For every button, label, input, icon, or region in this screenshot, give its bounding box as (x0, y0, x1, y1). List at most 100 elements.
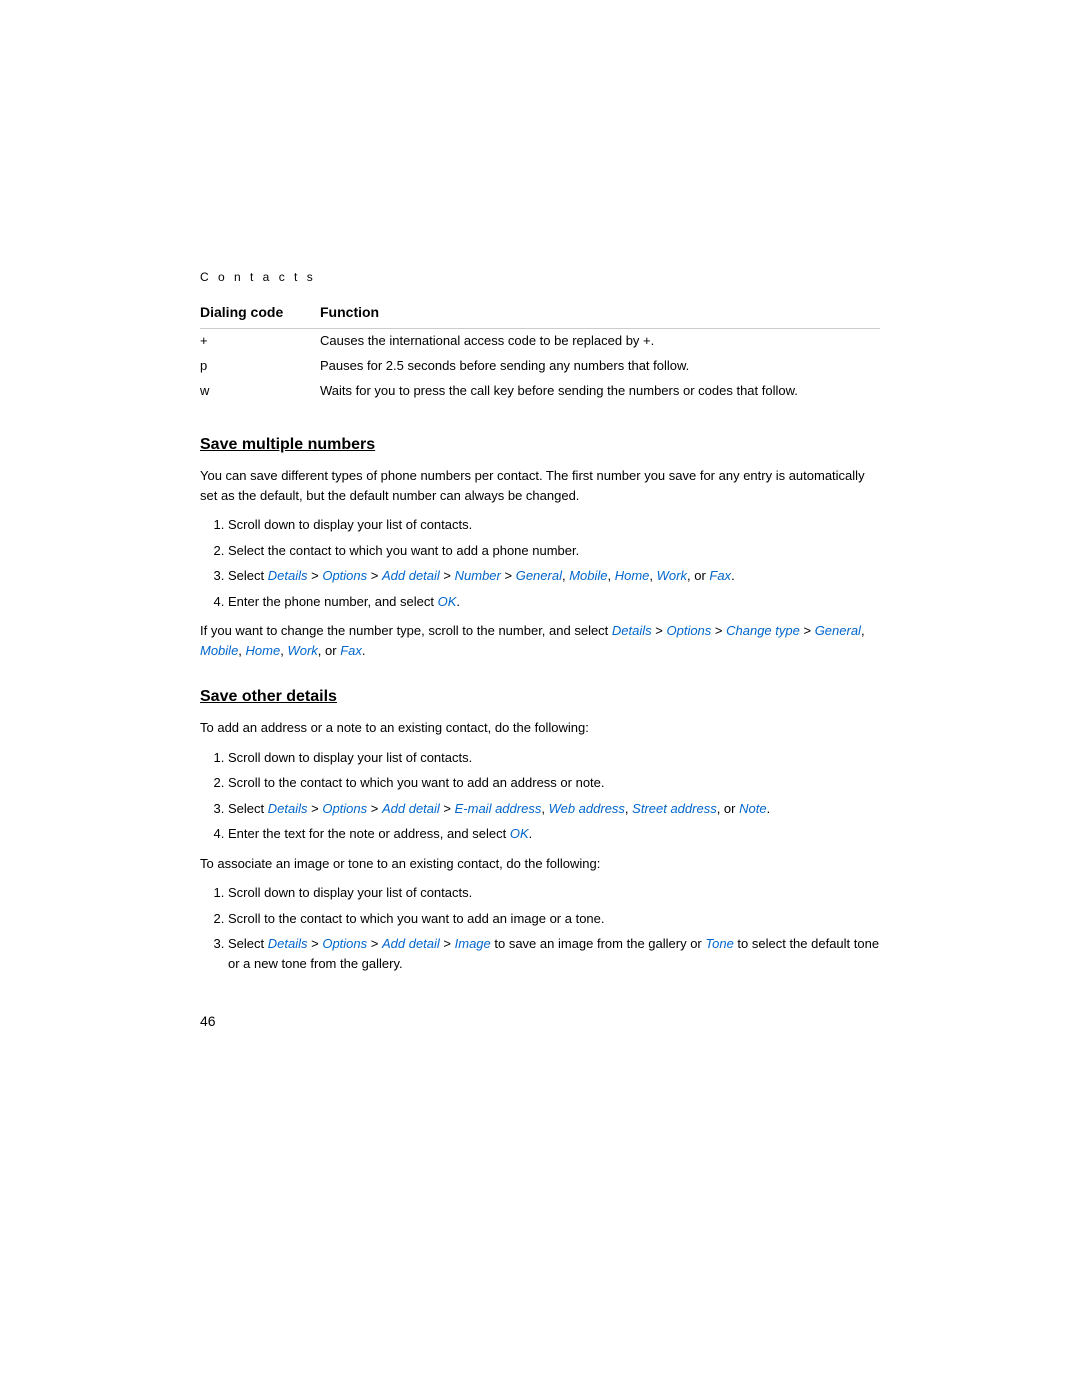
s2b-step3-gt3: > (440, 936, 455, 951)
s2-step3-options-link: Options (322, 801, 367, 816)
list-item: Select Details > Options > Add detail > … (228, 799, 880, 819)
step3-gt1: > (308, 568, 323, 583)
s2-step3-gt3: > (440, 801, 455, 816)
step3-fax-link: Fax (709, 568, 731, 583)
step1-text: Scroll down to display your list of cont… (228, 517, 472, 532)
table-row: wWaits for you to press the call key bef… (200, 379, 880, 404)
step3-general-link: General (516, 568, 562, 583)
section2-note2: To associate an image or tone to an exis… (200, 854, 880, 874)
list-item: Scroll to the contact to which you want … (228, 773, 880, 793)
step3-adddetail-link: Add detail (382, 568, 440, 583)
section1-intro: You can save different types of phone nu… (200, 466, 880, 505)
s2-step3-note-link: Note (739, 801, 766, 816)
s2b-step3-gt1: > (308, 936, 323, 951)
note-gt1: > (652, 623, 667, 638)
step3-gt3: > (440, 568, 455, 583)
table-header-code: Dialing code (200, 300, 320, 329)
s2b-step3-mid: to save an image from the gallery or (491, 936, 706, 951)
note-general-link: General (815, 623, 861, 638)
s2-step3-add-link: Add detail (382, 801, 440, 816)
step3-gt4: > (501, 568, 516, 583)
page: C o n t a c t s Dialing code Function +C… (0, 0, 1080, 1397)
note-prefix: If you want to change the number type, s… (200, 623, 612, 638)
note-options-link: Options (666, 623, 711, 638)
section2-intro: To add an address or a note to an existi… (200, 718, 880, 738)
s2-step3-prefix: Select (228, 801, 268, 816)
s2-step4-prefix: Enter the text for the note or address, … (228, 826, 510, 841)
s2b-step3-details-link: Details (268, 936, 308, 951)
s2-step3-period: . (767, 801, 771, 816)
note-period: . (362, 643, 366, 658)
s2-step4-ok-link: OK (510, 826, 529, 841)
table-header-function: Function (320, 300, 880, 329)
note-change-link: Change type (726, 623, 800, 638)
note-home-link: Home (246, 643, 281, 658)
table-row: pPauses for 2.5 seconds before sending a… (200, 354, 880, 379)
list-item: Enter the text for the note or address, … (228, 824, 880, 844)
section1-steps: Scroll down to display your list of cont… (228, 515, 880, 611)
step3-comma2: , (607, 568, 614, 583)
section1-note: If you want to change the number type, s… (200, 621, 880, 660)
list-item: Scroll down to display your list of cont… (228, 515, 880, 535)
list-item: Scroll to the contact to which you want … (228, 909, 880, 929)
table-cell-function: Waits for you to press the call key befo… (320, 379, 880, 404)
step3-comma3: , (649, 568, 656, 583)
note-comma2: , (238, 643, 245, 658)
dialing-table: Dialing code Function +Causes the intern… (200, 300, 880, 404)
step3-gt2: > (367, 568, 382, 583)
section2-heading: Save other details (200, 688, 880, 706)
step3-prefix: Select (228, 568, 268, 583)
s2-step3-comma-or: , or (717, 801, 739, 816)
step3-options-link: Options (322, 568, 367, 583)
s2-step3-email-link: E-mail address (455, 801, 542, 816)
table-row: +Causes the international access code to… (200, 329, 880, 355)
step4-prefix: Enter the phone number, and select (228, 594, 438, 609)
s2-step1-text: Scroll down to display your list of cont… (228, 750, 472, 765)
list-item: Scroll down to display your list of cont… (228, 883, 880, 903)
note-comma-or: , or (318, 643, 340, 658)
table-cell-code: + (200, 329, 320, 355)
s2b-step1-text: Scroll down to display your list of cont… (228, 885, 472, 900)
step3-period: . (731, 568, 735, 583)
s2b-step3-image-link: Image (455, 936, 491, 951)
step2-text: Select the contact to which you want to … (228, 543, 579, 558)
note-gt3: > (800, 623, 815, 638)
note-comma1: , (861, 623, 865, 638)
section-label: C o n t a c t s (200, 270, 880, 284)
step4-suffix: . (456, 594, 460, 609)
step3-home-link: Home (615, 568, 650, 583)
list-item: Select the contact to which you want to … (228, 541, 880, 561)
step3-comma-or: , or (687, 568, 709, 583)
step3-details-link: Details (268, 568, 308, 583)
note-work-link: Work (287, 643, 317, 658)
s2-step2-text: Scroll to the contact to which you want … (228, 775, 605, 790)
section1-heading: Save multiple numbers (200, 436, 880, 454)
note-gt2: > (711, 623, 726, 638)
step3-work-link: Work (657, 568, 687, 583)
s2-step4-period: . (529, 826, 533, 841)
note-details-link: Details (612, 623, 652, 638)
s2b-step2-text: Scroll to the contact to which you want … (228, 911, 605, 926)
s2b-step3-tone-link: Tone (705, 936, 733, 951)
s2b-step3-options-link: Options (322, 936, 367, 951)
list-item: Select Details > Options > Add detail > … (228, 566, 880, 586)
step3-mobile-link: Mobile (569, 568, 607, 583)
s2-step3-web-link: Web address (549, 801, 625, 816)
content-area: C o n t a c t s Dialing code Function +C… (200, 0, 880, 1089)
table-cell-code: p (200, 354, 320, 379)
s2-step3-gt1: > (308, 801, 323, 816)
list-item: Enter the phone number, and select OK. (228, 592, 880, 612)
list-item: Scroll down to display your list of cont… (228, 748, 880, 768)
page-number: 46 (200, 1013, 880, 1029)
table-cell-function: Pauses for 2.5 seconds before sending an… (320, 354, 880, 379)
s2b-step3-add-link: Add detail (382, 936, 440, 951)
s2-step3-comma1: , (541, 801, 548, 816)
section2-steps-part1: Scroll down to display your list of cont… (228, 748, 880, 844)
s2b-step3-gt2: > (367, 936, 382, 951)
step4-ok-link: OK (438, 594, 457, 609)
table-cell-function: Causes the international access code to … (320, 329, 880, 355)
s2-step3-street-link: Street address (632, 801, 717, 816)
note-fax-link: Fax (340, 643, 362, 658)
s2-step3-gt2: > (367, 801, 382, 816)
s2b-step3-prefix: Select (228, 936, 268, 951)
